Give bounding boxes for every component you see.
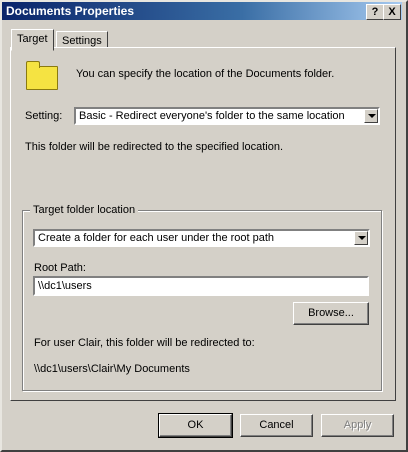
redirect-note: This folder will be redirected to the sp… [25, 141, 284, 153]
target-option-dropdown[interactable]: Create a folder for each user under the … [33, 229, 370, 247]
chevron-down-icon[interactable] [364, 109, 378, 123]
root-path-input[interactable]: \\dc1\users [33, 276, 369, 296]
title-bar[interactable]: Documents Properties ? X [2, 2, 402, 20]
browse-button[interactable]: Browse... [293, 302, 369, 325]
close-button[interactable]: X [383, 4, 401, 20]
intro-text: You can specify the location of the Docu… [76, 68, 335, 80]
cancel-button[interactable]: Cancel [240, 414, 313, 437]
root-path-value: \\dc1\users [38, 280, 92, 292]
setting-value: Basic - Redirect everyone's folder to th… [79, 110, 345, 122]
setting-dropdown[interactable]: Basic - Redirect everyone's folder to th… [74, 107, 380, 125]
user-redirect-note: For user Clair, this folder will be redi… [34, 337, 255, 349]
ok-button[interactable]: OK [158, 413, 233, 438]
target-option-value: Create a folder for each user under the … [38, 232, 275, 244]
root-path-label: Root Path: [34, 262, 86, 274]
chevron-down-icon[interactable] [354, 231, 368, 245]
folder-icon [26, 61, 58, 90]
redirect-path: \\dc1\users\Clair\My Documents [34, 363, 190, 375]
tab-target[interactable]: Target [11, 29, 54, 51]
target-folder-label: Target folder location [30, 204, 139, 216]
setting-label: Setting: [25, 110, 63, 122]
window-title: Documents Properties [6, 4, 135, 18]
help-button[interactable]: ? [366, 4, 384, 20]
apply-button[interactable]: Apply [321, 414, 394, 437]
